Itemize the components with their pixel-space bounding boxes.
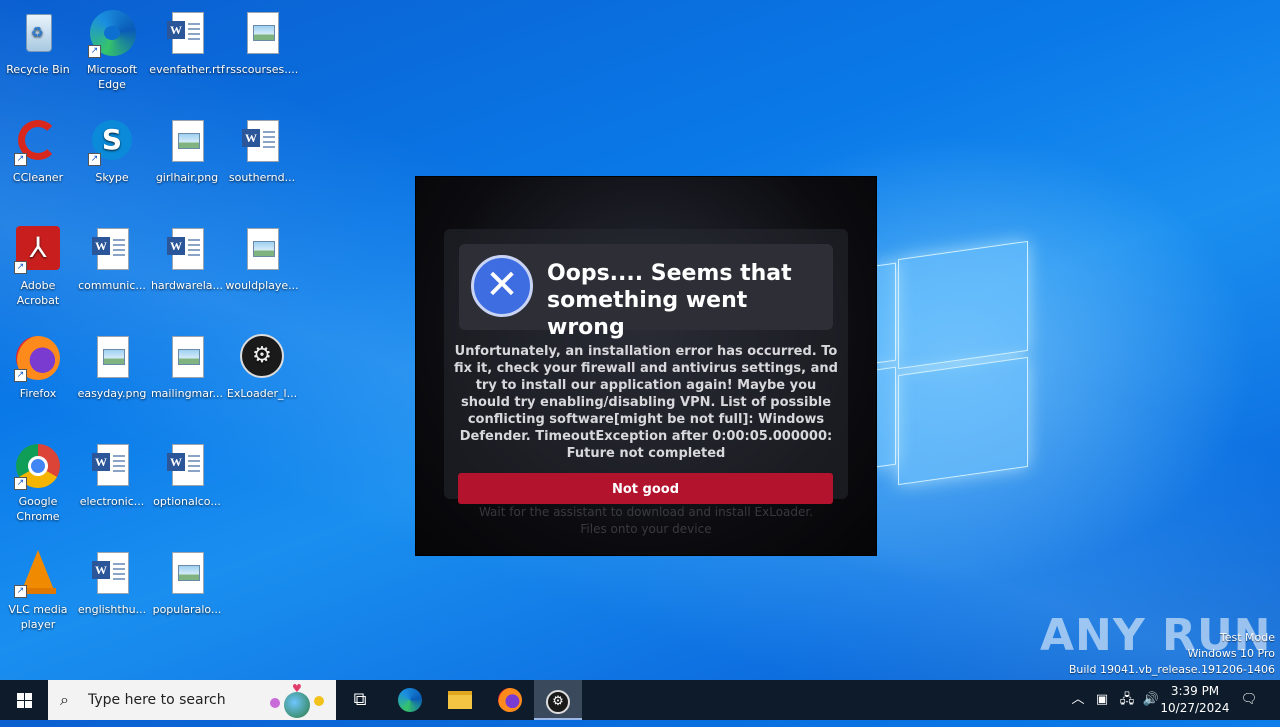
desktop-icon-google-chrome[interactable]: ↗ Google Chrome [0, 436, 76, 524]
ccleaner-icon: ↗ [14, 118, 62, 166]
word-doc-icon: W [88, 442, 136, 490]
tray-volume-button[interactable]: 🔊 [1140, 680, 1162, 720]
desktop-icon-exloader[interactable]: ⚙ ExLoader_l... [224, 328, 300, 401]
desktop-icon-wouldplaye[interactable]: wouldplaye... [224, 220, 300, 293]
desktop-icon-electronic[interactable]: W electronic... [74, 436, 150, 509]
taskbar-search-box[interactable]: ⌕ Type here to search ♥ [48, 680, 336, 720]
test-mode-text: Test Mode [1219, 631, 1275, 644]
acrobat-icon: ⅄ ↗ [14, 226, 62, 274]
task-view-icon: ⧉ [353, 689, 367, 710]
taskbar-firefox-button[interactable] [486, 680, 534, 720]
error-header: ✕ Oops.... Seems that something went wro… [459, 244, 833, 340]
desktop-icon-evenfather[interactable]: W evenfather.rtf [149, 4, 225, 77]
windows-edition-text: Windows 10 Pro [1187, 647, 1275, 660]
image-file-icon [163, 118, 211, 166]
desktop-icon-girlhair[interactable]: girlhair.png [149, 112, 225, 185]
exloader-icon: ⚙ [238, 334, 286, 382]
desktop-icon-edge[interactable]: ↗ Microsoft Edge [74, 4, 150, 92]
tray-network-button[interactable]: 🖧 [1116, 680, 1138, 720]
desktop-icon-ccleaner[interactable]: ↗ CCleaner [0, 112, 76, 185]
tray-device-button[interactable]: ▣ [1092, 680, 1112, 720]
folder-icon [448, 691, 472, 709]
notifications-button[interactable]: 🗨 [1234, 680, 1264, 720]
windows-start-icon [17, 693, 24, 700]
image-file-icon [238, 226, 286, 274]
search-icon: ⌕ [60, 690, 69, 709]
image-file-icon [163, 550, 211, 598]
word-doc-icon: W [88, 550, 136, 598]
system-info-watermark: Test Mode Windows 10 Pro Build 19041.vb_… [1069, 630, 1275, 678]
error-message: Unfortunately, an installation error has… [454, 344, 838, 461]
desktop-icon-communic[interactable]: W communic... [74, 220, 150, 293]
word-doc-icon: W [238, 118, 286, 166]
image-file-icon [238, 10, 286, 58]
windows-logo-wallpaper [876, 240, 1031, 486]
firefox-icon [498, 688, 522, 712]
edge-icon [398, 688, 422, 712]
error-title: Oops.... Seems that something went wrong [547, 261, 792, 340]
image-file-icon [163, 334, 211, 382]
taskbar-file-explorer-button[interactable] [436, 680, 484, 720]
not-good-button[interactable]: Not good [458, 473, 833, 504]
image-file-icon [88, 334, 136, 382]
error-x-icon: ✕ [471, 255, 533, 317]
volume-icon: 🔊 [1142, 692, 1160, 707]
taskbar-exloader-button[interactable]: ⚙ [534, 680, 582, 720]
word-doc-icon: W [88, 226, 136, 274]
taskbar: ⌕ Type here to search ♥ ⧉ ⚙ ︿ ▣ 🖧 🔊 3:39… [0, 680, 1280, 720]
desktop-icon-vlc[interactable]: ↗ VLC media player [0, 544, 76, 632]
clock-time: 3:39 PM [1170, 684, 1220, 698]
taskbar-edge-button[interactable] [386, 680, 434, 720]
desktop-icon-popularalo[interactable]: popularalo... [149, 544, 225, 617]
firefox-icon: ↗ [14, 334, 62, 382]
recycle-bin-icon: ♻ [14, 10, 62, 58]
desktop-icon-optionalco[interactable]: W optionalco... [149, 436, 225, 509]
taskbar-clock[interactable]: 3:39 PM 10/27/2024 [1160, 683, 1230, 717]
search-placeholder: Type here to search [88, 692, 226, 708]
chevron-up-icon: ︿ [1071, 692, 1085, 707]
exloader-error-window: Wait for the assistant to download and i… [416, 177, 876, 555]
background-status-text: Wait for the assistant to download and i… [478, 505, 814, 536]
skype-icon: S ↗ [88, 118, 136, 166]
chrome-icon: ↗ [14, 442, 62, 490]
clock-date: 10/27/2024 [1160, 701, 1230, 715]
edge-icon: ↗ [88, 10, 136, 58]
desktop-icon-rsscourses[interactable]: rsscourses.... [224, 4, 300, 77]
desktop-icon-hardwarela[interactable]: W hardwarela... [149, 220, 225, 293]
word-doc-icon: W [163, 10, 211, 58]
network-icon: 🖧 [1119, 692, 1135, 707]
desktop-icon-englishthu[interactable]: W englishthu... [74, 544, 150, 617]
show-hidden-icons-button[interactable]: ︿ [1068, 680, 1088, 720]
desktop-icon-mailingmar[interactable]: mailingmar... [149, 328, 225, 401]
notification-icon: 🗨 [1240, 692, 1258, 707]
desktop-icon-southernd[interactable]: W southernd... [224, 112, 300, 185]
desktop-icon-firefox[interactable]: ↗ Firefox [0, 328, 76, 401]
search-highlight-art-icon: ♥ [266, 683, 330, 718]
word-doc-icon: W [163, 226, 211, 274]
task-view-button[interactable]: ⧉ [336, 680, 384, 720]
device-icon: ▣ [1095, 692, 1109, 707]
word-doc-icon: W [163, 442, 211, 490]
exloader-icon: ⚙ [546, 690, 570, 714]
start-button[interactable] [0, 680, 48, 720]
vlc-icon: ↗ [14, 550, 62, 598]
desktop-icon-recycle-bin[interactable]: ♻ Recycle Bin [0, 4, 76, 77]
build-text: Build 19041.vb_release.191206-1406 [1068, 663, 1275, 676]
desktop-icon-easyday[interactable]: easyday.png [74, 328, 150, 401]
desktop-icon-skype[interactable]: S ↗ Skype [74, 112, 150, 185]
desktop-icon-adobe-acrobat[interactable]: ⅄ ↗ Adobe Acrobat [0, 220, 76, 308]
